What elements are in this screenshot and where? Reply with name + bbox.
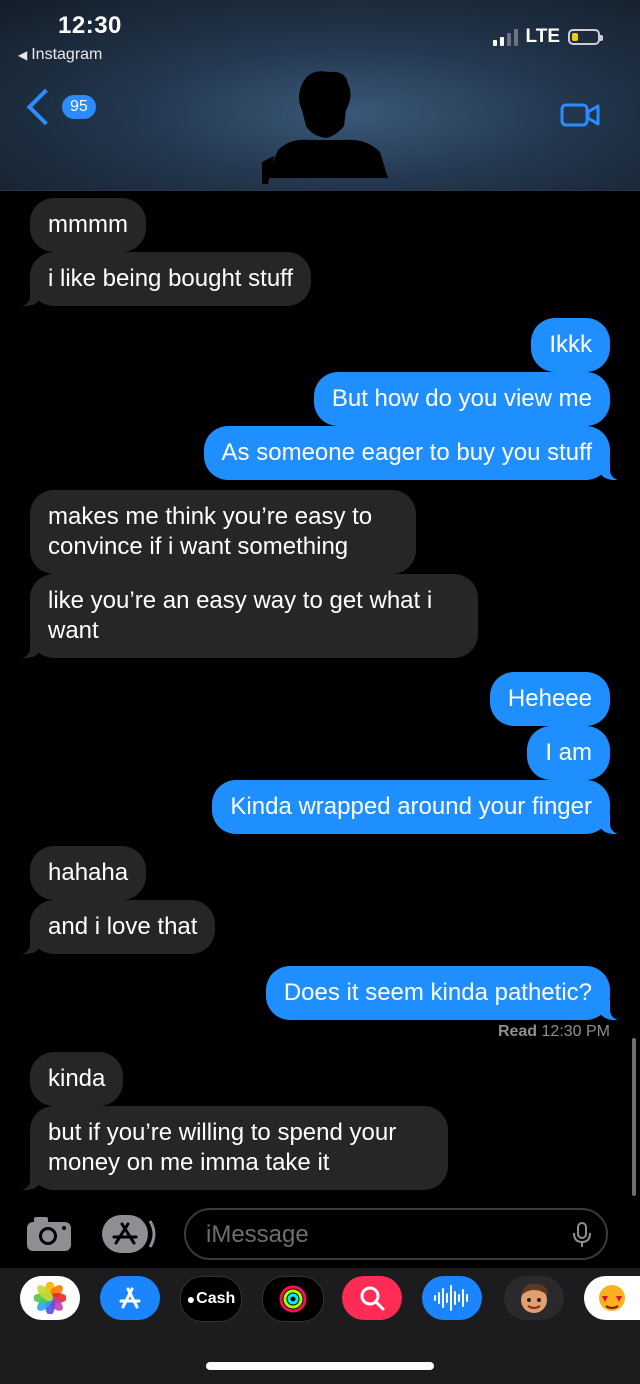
store-app-icon[interactable] xyxy=(100,1276,160,1320)
photos-app-icon[interactable] xyxy=(20,1276,80,1320)
scrollbar[interactable] xyxy=(632,1038,636,1196)
message-received[interactable]: makes me think you’re easy to convince i… xyxy=(30,490,416,574)
conversation-header: 12:30 ◀ Instagram LTE 95 xyxy=(0,0,640,191)
memoji-stickers-icon[interactable] xyxy=(584,1276,640,1320)
message-received[interactable]: but if you’re willing to spend your mone… xyxy=(18,1106,448,1190)
message-received[interactable]: i like being bought stuff xyxy=(17,252,312,306)
status-indicators: LTE xyxy=(492,26,603,48)
audio-message-icon[interactable] xyxy=(422,1276,482,1320)
battery-icon xyxy=(568,29,603,45)
status-time: 12:30 xyxy=(58,12,122,39)
back-to-app-link[interactable]: ◀ Instagram xyxy=(18,46,102,64)
microphone-icon[interactable] xyxy=(572,1222,592,1248)
home-indicator[interactable] xyxy=(206,1362,434,1370)
cash-label: Cash xyxy=(196,1290,236,1307)
read-receipt: Read 12:30 PM xyxy=(498,1023,610,1041)
back-triangle-icon: ◀ xyxy=(18,48,28,62)
contact-avatar[interactable] xyxy=(262,66,390,184)
apple-logo-icon: ● xyxy=(186,1291,196,1307)
activity-app-icon[interactable] xyxy=(262,1276,324,1322)
message-sent[interactable]: I am xyxy=(527,726,610,780)
read-time: 12:30 PM xyxy=(541,1023,610,1040)
signal-icon xyxy=(492,28,518,46)
message-received[interactable]: kinda xyxy=(30,1052,124,1106)
message-sent[interactable]: But how do you view me xyxy=(313,372,610,426)
message-input-field[interactable] xyxy=(184,1208,608,1260)
message-received[interactable]: hahaha xyxy=(30,846,147,900)
read-label: Read xyxy=(497,1023,538,1040)
network-label: LTE xyxy=(525,26,560,47)
message-sent[interactable]: As someone eager to buy you stuff xyxy=(203,426,623,480)
message-sent[interactable]: Does it seem kinda pathetic? xyxy=(265,966,623,1020)
imessage-input[interactable] xyxy=(204,1218,548,1252)
memoji-icon[interactable] xyxy=(504,1276,564,1320)
message-sent[interactable]: Heheee xyxy=(489,672,610,726)
apple-cash-icon[interactable]: ● Cash xyxy=(180,1276,242,1322)
app-store-icon[interactable] xyxy=(100,1213,158,1255)
chevron-left-icon xyxy=(26,88,64,126)
video-call-icon[interactable] xyxy=(560,102,600,128)
message-received[interactable]: mmmm xyxy=(30,198,146,252)
camera-icon[interactable] xyxy=(26,1216,72,1252)
back-button[interactable]: 95 xyxy=(22,88,96,126)
message-sent[interactable]: Ikkk xyxy=(531,318,610,372)
message-received[interactable]: like you’re an easy way to get what i wa… xyxy=(18,574,478,658)
back-app-label: Instagram xyxy=(31,46,103,63)
message-received[interactable]: and i love that xyxy=(17,900,216,954)
images-search-icon[interactable] xyxy=(342,1276,402,1320)
unread-badge: 95 xyxy=(62,95,96,119)
message-sent[interactable]: Kinda wrapped around your finger xyxy=(212,780,622,834)
